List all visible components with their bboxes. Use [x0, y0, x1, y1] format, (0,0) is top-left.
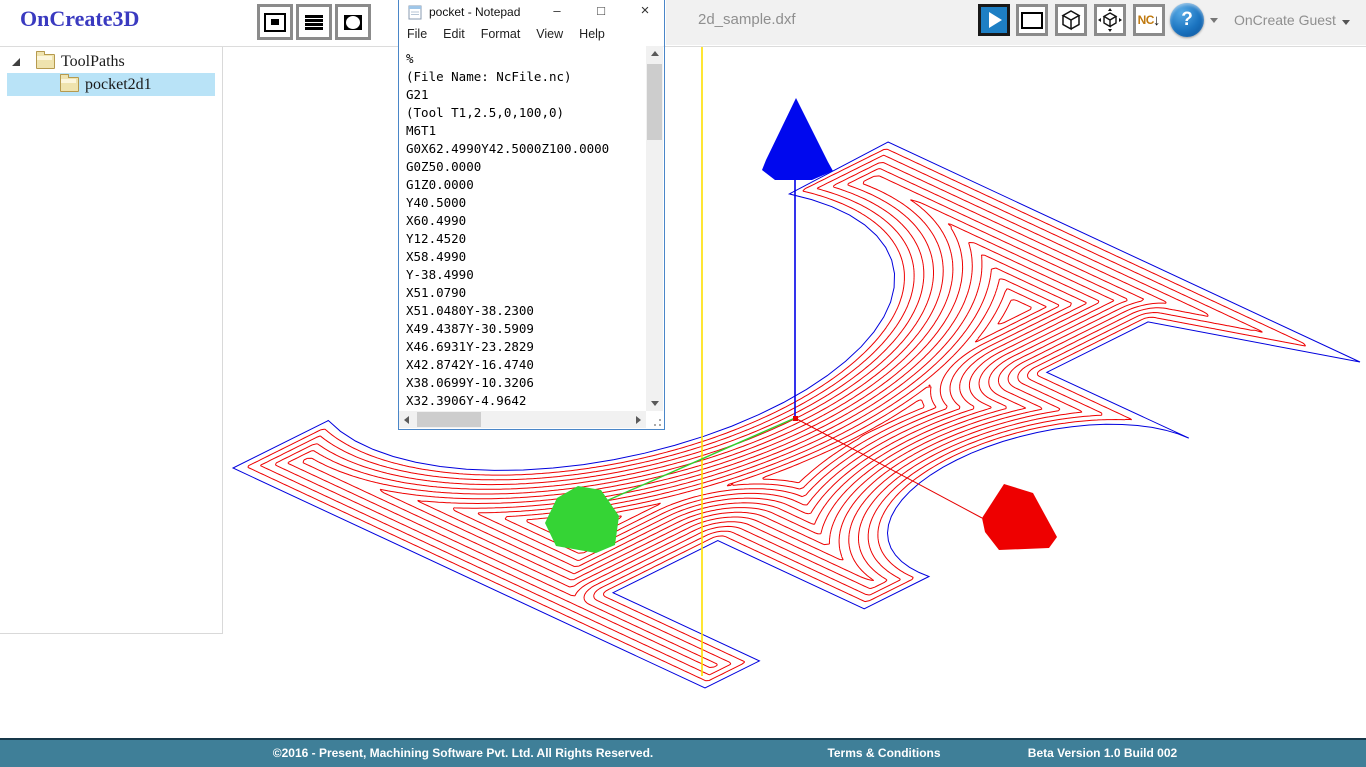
app-logo: OnCreate3D: [20, 6, 139, 32]
download-arrow-icon: ↓: [1153, 12, 1161, 29]
folder-icon: [36, 54, 55, 69]
scroll-down-icon[interactable]: [651, 401, 659, 406]
notepad-text-area[interactable]: % (File Name: NcFile.nc) G21 (Tool T1,2.…: [399, 46, 646, 411]
tree-child-label: pocket2d1: [85, 76, 152, 94]
tree-item-toolpaths[interactable]: ToolPaths: [0, 50, 222, 73]
region-invert-button[interactable]: [335, 4, 371, 40]
region-invert-icon: [344, 15, 362, 30]
stock-boundary-button[interactable]: [257, 4, 293, 40]
expander-icon[interactable]: [12, 58, 20, 66]
axis-cone-z: [762, 98, 833, 180]
footer-terms-link[interactable]: Terms & Conditions: [784, 746, 984, 760]
maximize-button[interactable]: □: [583, 0, 619, 24]
menu-edit[interactable]: Edit: [435, 24, 473, 41]
layers-list-icon: [305, 15, 323, 30]
origin-marker: [793, 416, 798, 421]
help-button[interactable]: ?: [1170, 3, 1204, 37]
document-tab[interactable]: 2d_sample.dxf: [698, 11, 796, 28]
nc-export-button[interactable]: NC↓: [1133, 4, 1165, 36]
user-menu-label: OnCreate Guest: [1234, 12, 1336, 28]
tree-root-label: ToolPaths: [61, 53, 125, 71]
scroll-right-icon[interactable]: [636, 416, 641, 424]
close-button[interactable]: ×: [627, 0, 663, 24]
view-3d-cube-icon: [1060, 9, 1082, 31]
help-icon: ?: [1181, 9, 1193, 31]
fit-view-icon: [1098, 8, 1122, 32]
nc-label: NC: [1138, 13, 1154, 27]
scroll-up-icon[interactable]: [651, 51, 659, 56]
menu-format[interactable]: Format: [473, 24, 529, 41]
minimize-button[interactable]: –: [539, 0, 575, 24]
play-icon: [989, 12, 1002, 28]
horizontal-scroll-thumb[interactable]: [417, 412, 481, 427]
stock-boundary-icon: [264, 13, 286, 32]
footer-version: Beta Version 1.0 Build 002: [1000, 746, 1205, 760]
header-bar: OnCreate3D 2d_sample.dxf: [0, 0, 1366, 47]
notepad-titlebar[interactable]: pocket - Notepad – □ ×: [399, 0, 664, 24]
notepad-window: pocket - Notepad – □ × FileEditFormatVie…: [398, 0, 665, 430]
notepad-title: pocket - Notepad: [429, 5, 520, 19]
notepad-menubar: FileEditFormatViewHelp: [399, 24, 664, 47]
help-caret-icon[interactable]: [1210, 18, 1218, 23]
view-3d-button[interactable]: [1055, 4, 1087, 36]
axis-x-line: [795, 418, 982, 518]
vertical-scrollbar[interactable]: [646, 46, 663, 411]
simulate-play-button[interactable]: [978, 4, 1010, 36]
notepad-app-icon: [408, 4, 423, 20]
tree-item-pocket2d1[interactable]: pocket2d1: [7, 73, 215, 96]
footer-copyright: ©2016 - Present, Machining Software Pvt.…: [213, 746, 713, 760]
menu-file[interactable]: File: [399, 24, 435, 41]
folder-icon: [60, 77, 79, 92]
axis-cone-x: [982, 484, 1057, 550]
toolpath-tree-panel: ToolPaths pocket2d1: [0, 46, 223, 634]
horizontal-scrollbar[interactable]: [399, 411, 646, 428]
footer-bar: ©2016 - Present, Machining Software Pvt.…: [0, 738, 1366, 767]
gcode-text: % (File Name: NcFile.nc) G21 (Tool T1,2.…: [399, 46, 646, 410]
menu-view[interactable]: View: [528, 24, 571, 41]
user-menu[interactable]: OnCreate Guest: [1234, 12, 1350, 28]
stock-outline-icon: [1021, 12, 1043, 29]
stock-outline-button[interactable]: [1016, 4, 1048, 36]
fit-view-button[interactable]: [1094, 4, 1126, 36]
app-window: OnCreate3D 2d_sample.dxf: [0, 0, 1366, 767]
scroll-left-icon[interactable]: [404, 416, 409, 424]
layers-list-button[interactable]: [296, 4, 332, 40]
vertical-scroll-thumb[interactable]: [647, 64, 662, 140]
menu-help[interactable]: Help: [571, 24, 613, 41]
user-caret-icon: [1342, 20, 1350, 25]
